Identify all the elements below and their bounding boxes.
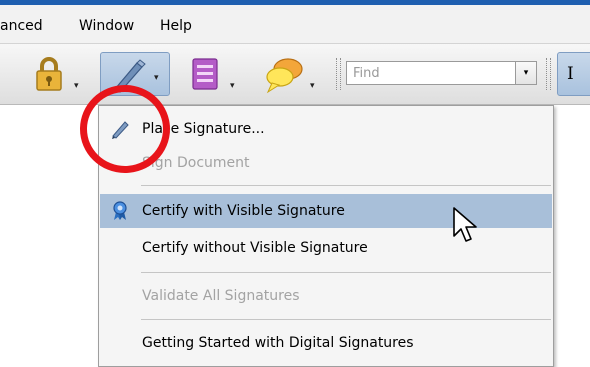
chevron-down-icon: ▾	[523, 68, 529, 78]
form-icon	[192, 58, 218, 90]
chevron-down-icon[interactable]: ▾	[310, 81, 315, 91]
toolbar-separator	[546, 58, 551, 90]
menu-item-certify-invisible[interactable]: Certify without Visible Signature	[100, 231, 552, 265]
ribbon-icon	[113, 201, 127, 220]
menu-item-label: Getting Started with Digital Signatures	[142, 335, 414, 351]
menu-bar: anced Window Help	[0, 5, 590, 44]
chevron-down-icon[interactable]: ▾	[74, 81, 79, 91]
forms-button[interactable]: ▾	[185, 52, 245, 96]
menu-window[interactable]: Window	[79, 18, 134, 34]
menu-item-validate-all[interactable]: Validate All Signatures	[100, 279, 552, 313]
menu-separator	[141, 272, 551, 273]
menu-item-label: Certify with Visible Signature	[142, 203, 345, 219]
speech-bubble-icon	[266, 58, 303, 94]
mouse-cursor-icon	[453, 207, 477, 242]
text-select-icon: I	[567, 64, 574, 84]
menu-advanced[interactable]: anced	[0, 18, 43, 34]
find-field[interactable]	[346, 61, 519, 85]
menu-item-label: Validate All Signatures	[142, 288, 300, 304]
menu-help[interactable]: Help	[160, 18, 192, 34]
chevron-down-icon[interactable]: ▾	[230, 81, 235, 91]
menu-item-getting-started[interactable]: Getting Started with Digital Signatures	[100, 326, 552, 360]
menu-separator	[141, 319, 551, 320]
secure-button[interactable]: ▾	[30, 52, 88, 96]
toolbar-separator	[336, 58, 341, 90]
comment-button[interactable]: ▾	[258, 52, 328, 96]
toolbar: ▾ ▾ ▾ ▾ ▾ I	[0, 44, 590, 105]
menu-item-sign-document[interactable]: Sign Document	[100, 146, 552, 180]
annotation-circle	[80, 85, 170, 173]
lock-icon	[36, 57, 62, 91]
menu-item-certify-visible[interactable]: Certify with Visible Signature	[100, 194, 552, 228]
menu-item-label: Certify without Visible Signature	[142, 240, 368, 256]
find-dropdown-button[interactable]: ▾	[515, 61, 537, 85]
chevron-down-icon[interactable]: ▾	[154, 73, 159, 83]
menu-separator	[141, 185, 551, 186]
find-input[interactable]	[347, 62, 519, 84]
text-select-tool-button[interactable]: I	[557, 52, 590, 96]
